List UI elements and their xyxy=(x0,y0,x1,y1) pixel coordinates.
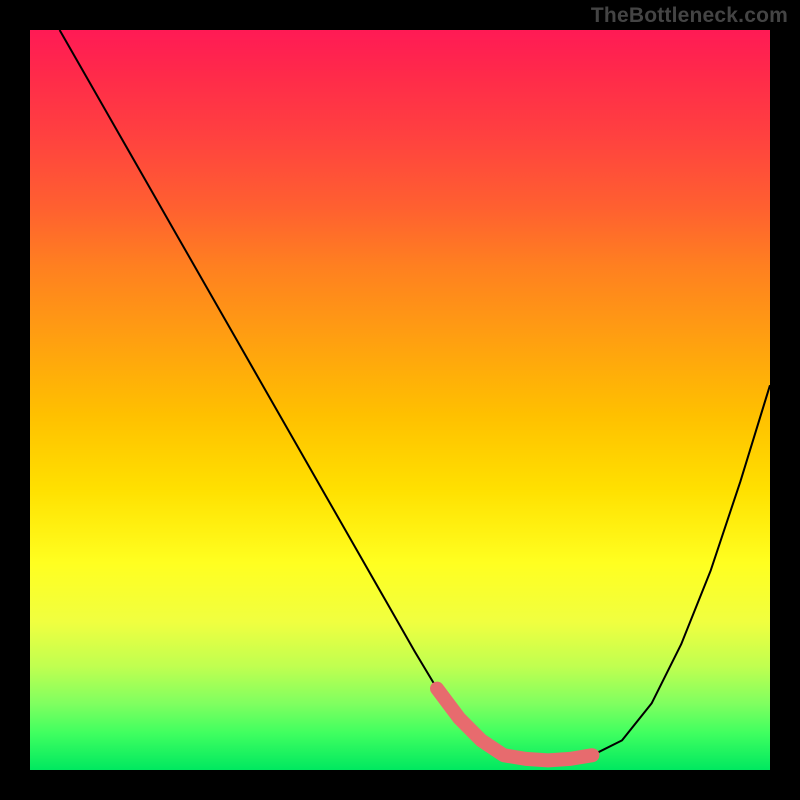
watermark-text: TheBottleneck.com xyxy=(591,4,788,28)
curve-line xyxy=(60,30,770,760)
highlight-segment xyxy=(437,689,592,761)
chart-svg xyxy=(30,30,770,770)
plot-area xyxy=(30,30,770,770)
chart-frame: TheBottleneck.com xyxy=(0,0,800,800)
